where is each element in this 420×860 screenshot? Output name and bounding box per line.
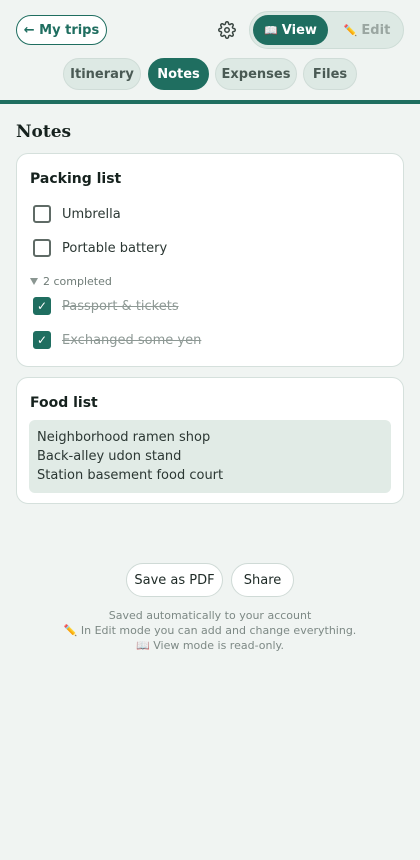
autosave-note: Saved automatically to your account	[108, 609, 312, 622]
edit-mode-note: ✏️ In Edit mode you can add and change e…	[0, 624, 420, 637]
view-mode-label: View	[281, 22, 317, 38]
tab-label: Notes	[157, 66, 200, 82]
completed-toggle[interactable]: 2 completed	[30, 274, 112, 288]
tab-files[interactable]: Files	[303, 58, 357, 90]
view-mode-note-text: View mode is read-only.	[153, 639, 284, 652]
book-icon: 📖	[136, 639, 150, 652]
edit-mode-note-text: In Edit mode you can add and change ever…	[80, 624, 357, 637]
item-label: Umbrella	[62, 206, 121, 222]
checkbox-checked[interactable]: ✓	[33, 297, 51, 315]
edit-mode-button[interactable]: ✏️ Edit	[334, 15, 400, 45]
food-list-text[interactable]: Neighborhood ramen shop Back-alley udon …	[29, 420, 391, 493]
triangle-down-icon	[30, 277, 38, 285]
tab-label: Expenses	[221, 66, 291, 82]
list-item[interactable]: ✓ Passport & tickets	[33, 296, 179, 316]
tab-label: Files	[312, 66, 348, 82]
food-list-title: Food list	[30, 395, 98, 411]
completed-count: 2 completed	[43, 274, 112, 288]
food-line: Back-alley udon stand	[37, 449, 182, 464]
page-title: Notes	[16, 122, 72, 142]
gear-icon[interactable]	[216, 19, 238, 41]
pencil-icon: ✏️	[63, 624, 78, 637]
share-label: Share	[243, 572, 282, 588]
tab-itinerary[interactable]: Itinerary	[63, 58, 141, 90]
tab-label: Itinerary	[70, 66, 134, 82]
item-label: Portable battery	[62, 240, 168, 256]
book-icon: 📖	[264, 23, 278, 37]
share-button[interactable]: Share	[231, 563, 294, 597]
item-label: Passport & tickets	[62, 298, 179, 314]
save-as-pdf-button[interactable]: Save as PDF	[126, 563, 223, 597]
food-list-card: Food list Neighborhood ramen shop Back-a…	[16, 377, 404, 504]
save-as-pdf-label: Save as PDF	[134, 572, 215, 588]
food-line: Neighborhood ramen shop	[37, 430, 211, 445]
tab-expenses[interactable]: Expenses	[215, 58, 297, 90]
checkbox[interactable]	[33, 239, 51, 257]
list-item[interactable]: ✓ Exchanged some yen	[33, 330, 201, 350]
packing-list-title: Packing list	[30, 171, 122, 187]
checkbox[interactable]	[33, 205, 51, 223]
pencil-icon: ✏️	[343, 23, 358, 37]
edit-mode-label: Edit	[361, 22, 391, 38]
view-mode-note: 📖 View mode is read-only.	[0, 639, 420, 652]
item-label: Exchanged some yen	[62, 332, 202, 348]
top-bar: ← My trips 📖 View ✏️ Edit Itinerary Note…	[0, 0, 420, 104]
back-to-trips-button[interactable]: ← My trips	[16, 15, 107, 45]
checkbox-checked[interactable]: ✓	[33, 331, 51, 349]
mode-toggle: 📖 View ✏️ Edit	[249, 11, 404, 49]
back-button-label: ← My trips	[23, 22, 100, 38]
list-item[interactable]: Portable battery	[33, 238, 167, 258]
tab-notes[interactable]: Notes	[148, 58, 209, 90]
food-line: Station basement food court	[37, 468, 224, 483]
packing-list-card: Packing list Umbrella Portable battery 2…	[16, 153, 404, 367]
view-mode-button[interactable]: 📖 View	[253, 15, 328, 45]
list-item[interactable]: Umbrella	[33, 204, 121, 224]
